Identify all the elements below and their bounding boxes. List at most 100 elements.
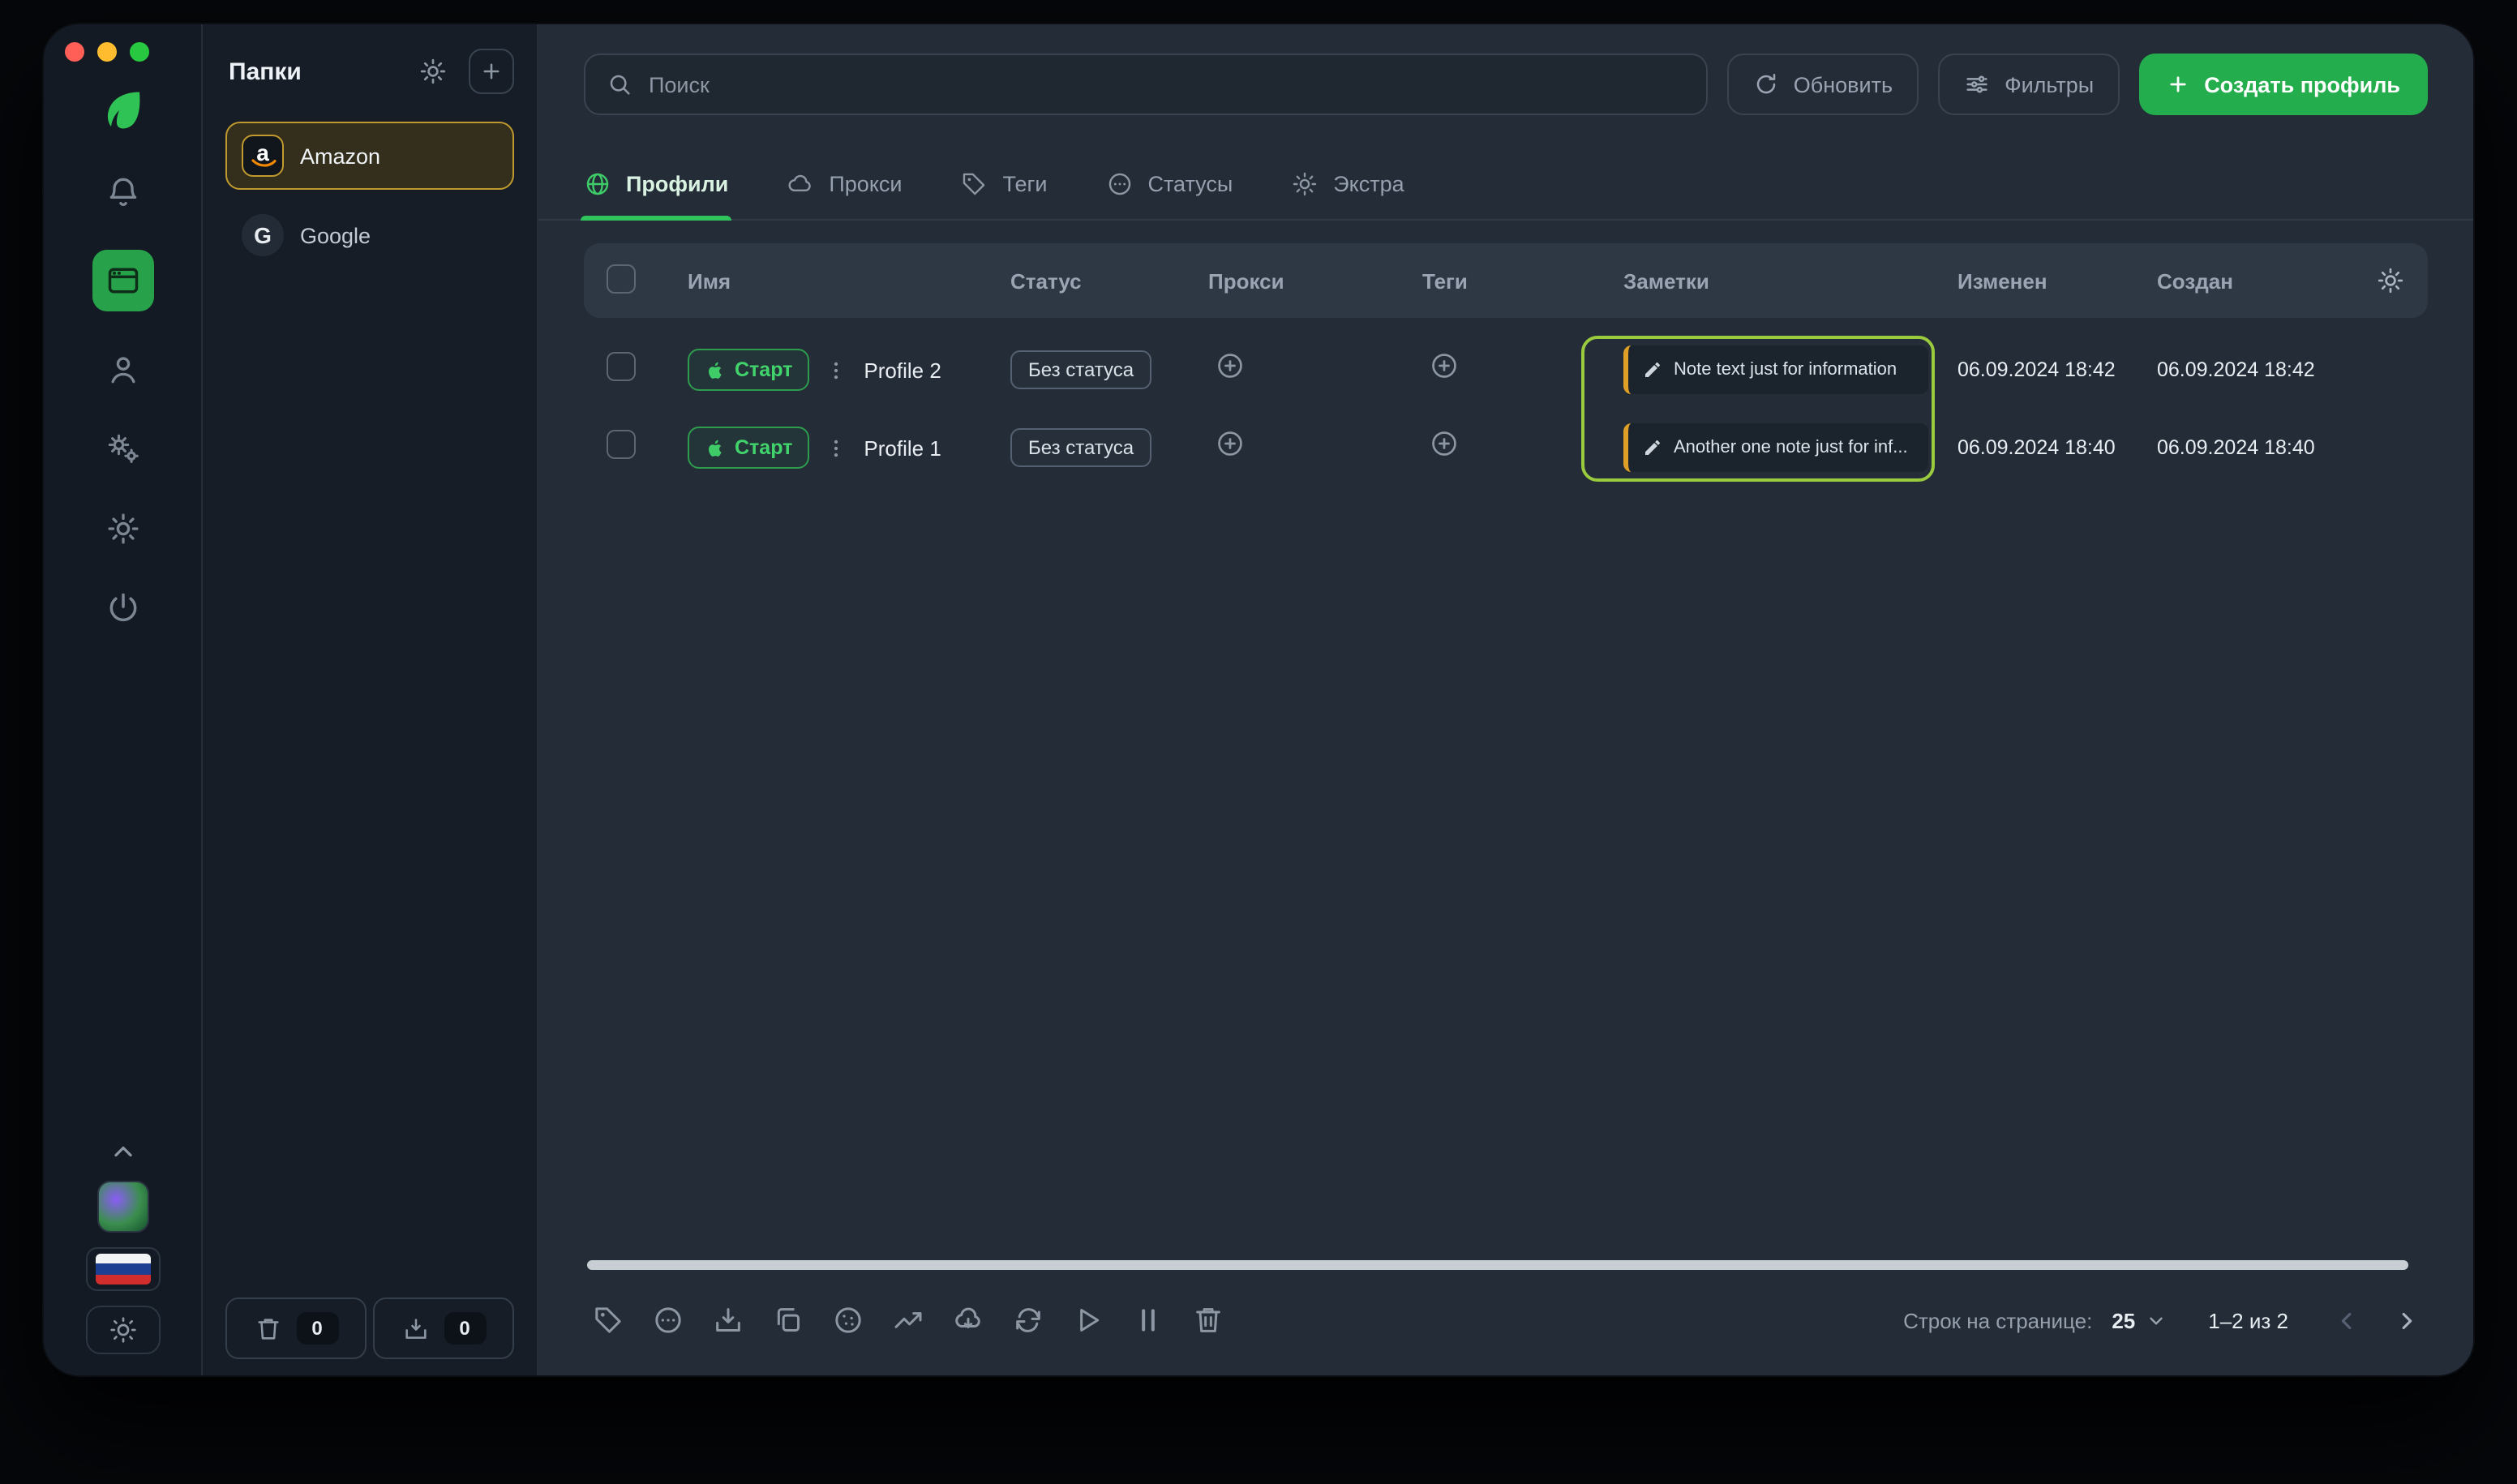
kebab-icon (824, 435, 848, 460)
profile-name[interactable]: Profile 2 (864, 358, 941, 382)
trash-icon (254, 1315, 281, 1342)
window-controls (65, 42, 149, 62)
tabs: Профили Прокси Теги Статусы Экстра (538, 148, 2473, 221)
add-folder-button[interactable] (469, 49, 514, 94)
settings-nav-button[interactable] (101, 508, 144, 550)
refresh-label: Обновить (1793, 72, 1893, 97)
archive-folder-button[interactable]: 0 (373, 1297, 514, 1359)
chevron-up-icon (108, 1137, 137, 1166)
profile-name[interactable]: Profile 1 (864, 435, 941, 460)
set-status-button[interactable] (644, 1296, 692, 1345)
search-input[interactable] (649, 72, 1685, 97)
pencil-icon (1643, 438, 1662, 457)
automation-nav-button[interactable] (101, 428, 144, 470)
rows-per-page-value: 25 (2112, 1308, 2136, 1332)
add-tag-button[interactable] (1429, 350, 1460, 381)
start-selected-button[interactable] (1064, 1296, 1113, 1345)
tab-statuses[interactable]: Статусы (1105, 148, 1233, 219)
delete-selected-button[interactable] (1184, 1296, 1233, 1345)
pause-icon (1132, 1304, 1164, 1336)
status-circle-icon (652, 1304, 684, 1336)
start-profile-button[interactable]: Старт (688, 349, 809, 391)
tray-arrow-icon (712, 1304, 744, 1336)
tab-tags[interactable]: Теги (961, 148, 1048, 219)
tab-profiles[interactable]: Профили (580, 148, 732, 221)
next-page-button[interactable] (2382, 1297, 2428, 1343)
trash-icon (1192, 1304, 1224, 1336)
cookies-button[interactable] (824, 1296, 873, 1345)
horizontal-scrollbar[interactable] (587, 1260, 2408, 1270)
filters-label: Фильтры (2005, 72, 2095, 97)
rail-nav (92, 170, 153, 629)
row-checkbox[interactable] (607, 429, 636, 458)
avatar[interactable] (96, 1181, 148, 1233)
accounts-nav-button[interactable] (101, 349, 144, 391)
gear-icon (418, 57, 448, 86)
row-checkbox[interactable] (607, 351, 636, 380)
tab-label: Теги (1002, 171, 1048, 195)
search-box[interactable] (584, 54, 1708, 115)
topbar: Обновить Фильтры Создать профиль (584, 54, 2428, 115)
cloud-icon (787, 169, 814, 197)
column-settings-button[interactable] (2376, 266, 2428, 295)
chevron-down-icon (2145, 1310, 2166, 1331)
pagination-range: 1–2 из 2 (2208, 1308, 2288, 1332)
notifications-button[interactable] (101, 170, 144, 212)
tab-extra[interactable]: Экстра (1291, 148, 1404, 219)
column-header-status: Статус (1010, 268, 1082, 293)
add-proxy-button[interactable] (1215, 428, 1246, 459)
close-window-button[interactable] (65, 42, 84, 62)
apple-icon (704, 437, 725, 458)
apple-icon (704, 359, 725, 380)
kebab-icon (824, 358, 848, 382)
pause-selected-button[interactable] (1124, 1296, 1173, 1345)
add-tag-button[interactable] (1429, 428, 1460, 459)
start-profile-button[interactable]: Старт (688, 427, 809, 469)
rows-per-page-select[interactable]: 25 (2112, 1308, 2166, 1332)
filters-button[interactable]: Фильтры (1938, 54, 2120, 115)
profiles-nav-button[interactable] (92, 250, 153, 311)
theme-toggle-button[interactable] (85, 1306, 160, 1354)
google-folder-icon: G (242, 214, 284, 256)
collapse-sidebar-button[interactable] (108, 1137, 137, 1166)
folders-panel: Папки a Amazon G Google 0 0 (203, 24, 538, 1375)
language-switcher-button[interactable] (85, 1247, 160, 1291)
gear-icon (105, 511, 140, 547)
folder-item-google[interactable]: G Google (225, 201, 514, 269)
tab-proxies[interactable]: Прокси (787, 148, 903, 219)
note-chip[interactable]: Another one note just for inf... (1623, 423, 1928, 472)
minimize-window-button[interactable] (97, 42, 117, 62)
plus-icon (480, 60, 503, 83)
add-proxy-button[interactable] (1215, 350, 1246, 381)
refresh-button[interactable]: Обновить (1726, 54, 1919, 115)
folders-title: Папки (229, 58, 302, 85)
prev-page-button[interactable] (2324, 1297, 2369, 1343)
folders-header: Папки (225, 47, 514, 96)
tag-icon (961, 169, 988, 197)
create-profile-button[interactable]: Создать профиль (2139, 54, 2428, 115)
set-tags-button[interactable] (584, 1296, 632, 1345)
cloud-sync-button[interactable] (944, 1296, 993, 1345)
duplicate-button[interactable] (764, 1296, 813, 1345)
logout-button[interactable] (101, 587, 144, 629)
note-chip[interactable]: Note text just for information (1623, 345, 1928, 394)
tab-label: Прокси (829, 171, 903, 195)
row-menu-button[interactable] (823, 435, 849, 460)
rows-per-page-label: Строк на странице: (1903, 1308, 2093, 1332)
folders-settings-button[interactable] (410, 49, 456, 94)
cookie-icon (832, 1304, 864, 1336)
row-menu-button[interactable] (823, 358, 849, 382)
folder-item-amazon[interactable]: a Amazon (225, 122, 514, 190)
trash-folder-button[interactable]: 0 (225, 1297, 367, 1359)
status-badge[interactable]: Без статуса (1010, 350, 1152, 389)
plus-circle-icon (1215, 428, 1246, 459)
status-badge[interactable]: Без статуса (1010, 428, 1152, 467)
export-button[interactable] (704, 1296, 753, 1345)
transfer-button[interactable] (884, 1296, 933, 1345)
select-all-checkbox[interactable] (607, 264, 636, 293)
tag-icon (592, 1304, 624, 1336)
gears-icon (105, 431, 140, 467)
fullscreen-window-button[interactable] (130, 42, 149, 62)
update-button[interactable] (1004, 1296, 1053, 1345)
browser-window-icon (105, 263, 140, 298)
